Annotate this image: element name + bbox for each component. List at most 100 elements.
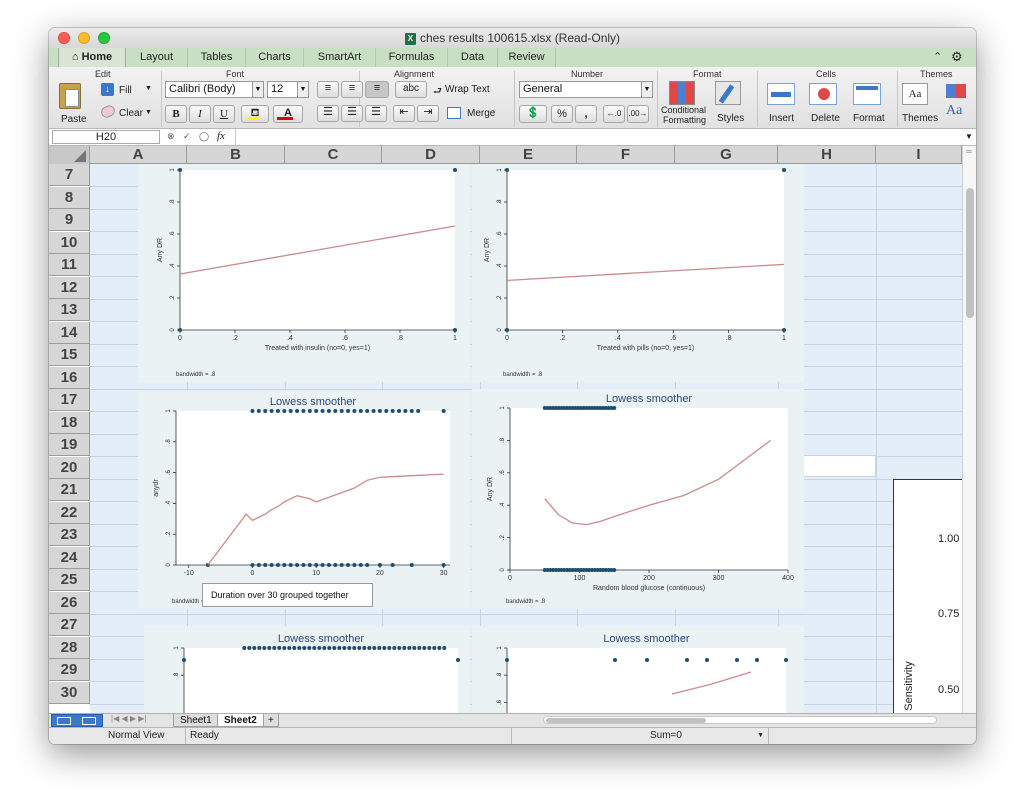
row-header-26[interactable]: 26 (49, 591, 90, 614)
status-sum[interactable]: Sum=0 ▼ (646, 728, 769, 744)
row-header-30[interactable]: 30 (49, 681, 90, 704)
delete-label[interactable]: Delete (811, 113, 840, 124)
cancel-entry-icon[interactable]: ⊗ (167, 131, 175, 142)
add-sheet-button[interactable]: + (263, 714, 279, 727)
collapse-ribbon-icon[interactable]: ⌃ (933, 50, 942, 63)
row-header-16[interactable]: 16 (49, 366, 90, 389)
chevron-down-icon[interactable]: ▼ (252, 82, 263, 97)
tab-review[interactable]: Review (498, 48, 556, 67)
themes-icon[interactable]: Aa (902, 83, 928, 105)
column-header-i[interactable]: I (876, 146, 962, 164)
row-header-15[interactable]: 15 (49, 344, 90, 366)
chevron-down-icon[interactable]: ▼ (297, 82, 308, 97)
row-header-8[interactable]: 8 (49, 186, 90, 209)
column-header-d[interactable]: D (382, 146, 480, 164)
styles-label[interactable]: Styles (717, 113, 744, 124)
sheet-tab-sheet2[interactable]: Sheet2 (217, 714, 264, 727)
decrease-indent-button[interactable]: ⇤ (393, 105, 415, 122)
tab-charts[interactable]: Charts (246, 48, 304, 67)
styles-icon[interactable] (715, 81, 741, 105)
vertical-scroll-thumb[interactable] (966, 188, 974, 318)
row-header-28[interactable]: 28 (49, 636, 90, 659)
align-top-button[interactable]: ≡ (317, 81, 339, 98)
row-header-25[interactable]: 25 (49, 569, 90, 591)
sensitivity-chart[interactable]: 1.00 0.75 0.50 Sensitivity (893, 479, 962, 713)
paste-label[interactable]: Paste (61, 114, 87, 125)
eraser-icon[interactable] (99, 103, 117, 120)
row-header-21[interactable]: 21 (49, 479, 90, 501)
conditional-formatting-icon[interactable] (669, 81, 695, 105)
font-name-combo[interactable]: Calibri (Body) ▼ (165, 81, 264, 98)
row-header-27[interactable]: 27 (49, 614, 90, 636)
merge-icon[interactable] (447, 107, 461, 119)
align-bottom-button[interactable]: ≡ (365, 81, 389, 98)
number-format-combo[interactable]: General ▼ (519, 81, 653, 98)
row-header-20[interactable]: 20 (49, 456, 90, 479)
column-header-b[interactable]: B (187, 146, 285, 164)
tab-data[interactable]: Data (448, 48, 498, 67)
row-header-24[interactable]: 24 (49, 546, 90, 569)
row-header-10[interactable]: 10 (49, 231, 90, 254)
font-size-combo[interactable]: 12 ▼ (267, 81, 309, 98)
decrease-decimal-button[interactable]: .00→ (627, 105, 649, 123)
chevron-down-icon[interactable]: ▼ (757, 728, 764, 744)
theme-fonts-icon[interactable]: Aa (946, 103, 962, 119)
underline-button[interactable]: U (213, 105, 235, 123)
sheet-tab-sheet1[interactable]: Sheet1 (173, 714, 219, 727)
cells-area[interactable]: 0.2.4.6.8 1 0.2.4.6.8 1 Any DR Treated with i… (90, 164, 962, 713)
chart-insulin-lowess[interactable]: 0 .2 .4 .6 .8 1 0 .2 .4 .6 .8 1 Any DR Treated with i… (138, 164, 470, 382)
close-window-button[interactable] (58, 32, 70, 44)
minimize-window-button[interactable] (78, 32, 90, 44)
row-header-29[interactable]: 29 (49, 659, 90, 681)
clear-dropdown-icon[interactable]: ▼ (145, 109, 152, 116)
row-header-11[interactable]: 11 (49, 254, 90, 276)
align-right-button[interactable]: ☰ (365, 105, 387, 122)
accounting-format-button[interactable]: 💲 (519, 105, 547, 123)
row-header-22[interactable]: 22 (49, 501, 90, 524)
column-header-a[interactable]: A (90, 146, 187, 164)
tab-formulas[interactable]: Formulas (376, 48, 448, 67)
gear-icon[interactable]: ⚙ (951, 49, 963, 65)
row-header-17[interactable]: 17 (49, 389, 90, 411)
row-header-9[interactable]: 9 (49, 209, 90, 231)
bold-button[interactable]: B (165, 105, 187, 123)
normal-view-button[interactable] (51, 714, 103, 727)
conditional-formatting-label-1[interactable]: Conditional (661, 105, 706, 115)
theme-colors-icon[interactable] (946, 84, 966, 98)
horizontal-scroll-thumb[interactable] (546, 718, 706, 723)
column-header-h[interactable]: H (778, 146, 876, 164)
fill-button[interactable]: Fill (119, 85, 132, 96)
insert-cells-icon[interactable] (767, 83, 795, 105)
column-header-c[interactable]: C (285, 146, 382, 164)
format-cells-icon[interactable] (853, 83, 881, 105)
chart-lowess-5[interactable]: Lowess smoother 1 .8 (144, 626, 470, 713)
chevron-down-icon[interactable]: ▼ (641, 82, 652, 97)
function-icon[interactable]: ◯ (199, 131, 209, 142)
select-all-corner[interactable] (49, 146, 90, 164)
fill-dropdown-icon[interactable]: ▼ (145, 85, 152, 92)
format-label[interactable]: Format (853, 113, 885, 124)
paste-icon[interactable] (59, 83, 81, 109)
tab-home[interactable]: ⌂ Home (58, 48, 126, 67)
confirm-entry-icon[interactable]: ✓ (183, 131, 191, 142)
chart-pills-lowess[interactable]: 0 .2 .4 .6 .8 1 0 .2 .4 .6 .8 1 Any DR Treated with p… (472, 164, 804, 382)
fx-label[interactable]: fx (217, 130, 225, 142)
chart-glucose-lowess[interactable]: Lowess smoother 0 .2 .4 .6 .8 1 0 100 200 300 400 An… (472, 389, 804, 609)
row-header-13[interactable]: 13 (49, 299, 90, 321)
chart-duration-lowess[interactable]: Lowess smoother 0 .2 .4 .6 .8 1 -10 0 10 20 30 anydr… (138, 391, 470, 609)
highlight-button[interactable]: ⛾ (241, 105, 269, 123)
clear-button[interactable]: Clear (119, 108, 143, 119)
comment-box[interactable]: Duration over 30 grouped together (202, 583, 373, 607)
row-header-7[interactable]: 7 (49, 164, 90, 186)
maximize-window-button[interactable] (98, 32, 110, 44)
conditional-formatting-label-2[interactable]: Formatting (663, 115, 706, 125)
sheet-nav-arrows-icon[interactable]: |◀ ◀ ▶ ▶| (111, 714, 146, 723)
delete-cells-icon[interactable] (809, 83, 837, 105)
row-header-18[interactable]: 18 (49, 411, 90, 434)
align-left-button[interactable]: ☰ (317, 105, 339, 122)
themes-label[interactable]: Themes (902, 113, 938, 124)
row-header-19[interactable]: 19 (49, 434, 90, 456)
insert-label[interactable]: Insert (769, 113, 794, 124)
tab-tables[interactable]: Tables (188, 48, 246, 67)
merge-button[interactable]: Merge (467, 108, 495, 119)
